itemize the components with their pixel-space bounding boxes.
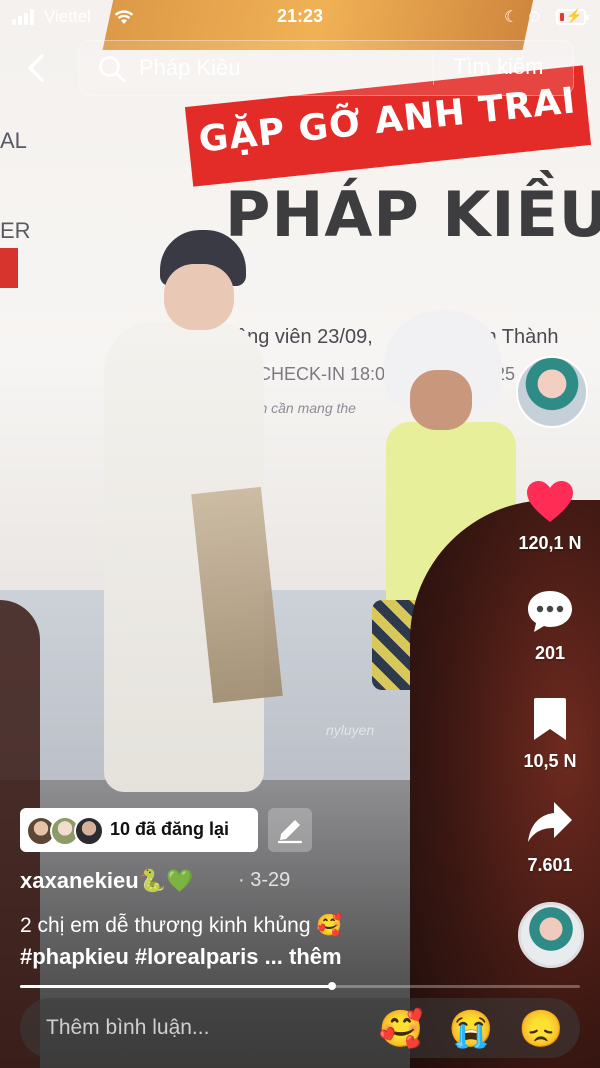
repost-count-label: 10 đã đăng lại — [110, 819, 230, 839]
search-divider — [433, 53, 434, 85]
battery-level — [560, 13, 564, 21]
share-arrow-icon — [528, 802, 572, 842]
creator-avatar[interactable] — [516, 356, 588, 428]
search-bar[interactable]: Pháp Kiều Tìm kiếm — [78, 40, 574, 96]
banner-left-text-1: AL — [0, 128, 27, 153]
repost-avatar-3 — [74, 816, 104, 846]
heart-icon — [527, 481, 573, 522]
performer-in-white — [92, 230, 283, 792]
quick-emoji-disappointed[interactable]: 😞 — [518, 1006, 564, 1052]
search-input[interactable]: Pháp Kiều — [139, 55, 241, 81]
back-button[interactable] — [18, 46, 58, 90]
chevron-left-icon — [28, 54, 44, 82]
like-button[interactable]: 120,1 N — [508, 480, 592, 554]
search-submit-button[interactable]: Tìm kiếm — [453, 54, 543, 80]
comment-input[interactable]: Thêm bình luận... — [46, 1016, 209, 1040]
like-count: 120,1 N — [518, 533, 582, 553]
comment-count: 201 — [534, 643, 566, 663]
status-bar: Viettel 21:23 ☾ ⊙ ⚡ — [0, 0, 600, 34]
music-disc-avatar[interactable] — [518, 902, 584, 968]
comment-button[interactable]: 201 — [508, 588, 592, 664]
edit-repost-button[interactable] — [268, 808, 312, 852]
progress-handle[interactable] — [327, 982, 336, 990]
save-button[interactable]: 10,5 N — [508, 696, 592, 772]
caption-emoji: 🥰 — [316, 914, 343, 937]
post-hashtags[interactable]: #phapkieu #lorealparis ... thêm — [20, 944, 342, 970]
banner-left-red-block — [0, 248, 18, 288]
quick-emoji-crying[interactable]: 😭 — [448, 1006, 494, 1052]
progress-fill — [20, 985, 332, 988]
pencil-icon — [277, 820, 303, 844]
post-date: · 3-29 — [238, 869, 291, 891]
share-button[interactable]: 7.601 — [508, 800, 592, 876]
quick-emoji-smiling-hearts[interactable]: 🥰 — [378, 1006, 424, 1052]
comment-bar[interactable]: Thêm bình luận... 🥰 😭 😞 — [20, 998, 580, 1058]
share-count: 7.601 — [527, 855, 573, 875]
video-progress-bar[interactable] — [20, 982, 580, 990]
do-not-disturb-icon: ☾ — [504, 9, 519, 26]
foreground-hair-right — [410, 500, 600, 1068]
repost-indicator[interactable]: 10 đã đăng lại — [20, 808, 258, 852]
banner-left-text-2: ER — [0, 218, 31, 243]
battery-icon: ⚡ — [556, 8, 589, 25]
save-count: 10,5 N — [523, 751, 577, 771]
see-more-link[interactable]: ... thêm — [265, 944, 342, 969]
video-watermark: nyluyen — [326, 722, 375, 738]
creator-username[interactable]: xaxanekieu🐍💚 — [20, 868, 193, 894]
search-icon — [99, 56, 126, 83]
username-emojis: 🐍💚 — [138, 868, 194, 893]
speech-bubble-icon — [528, 591, 572, 632]
rotation-lock-icon: ⊙ — [528, 8, 541, 25]
hashtag-list[interactable]: #phapkieu #lorealparis — [20, 944, 258, 969]
charging-icon: ⚡ — [566, 8, 583, 23]
bookmark-icon — [534, 698, 566, 740]
post-caption: 2 chị em dễ thương kinh khủng 🥰 — [20, 914, 343, 937]
